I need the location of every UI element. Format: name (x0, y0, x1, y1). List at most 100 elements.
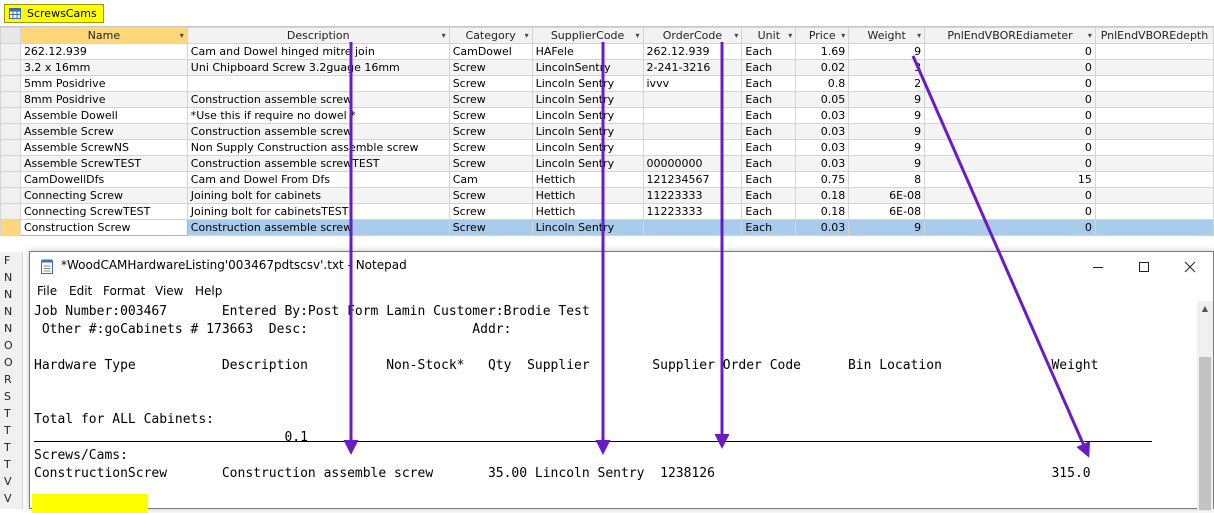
column-header-unit[interactable]: Unit ▾ (741, 27, 797, 44)
table-cell[interactable]: 9 (848, 43, 926, 60)
select-all-corner[interactable] (0, 27, 21, 44)
table-cell[interactable]: 262.12.939 (19, 43, 188, 60)
table-cell[interactable]: Lincoln Sentry (531, 123, 644, 140)
table-cell[interactable]: Uni Chipboard Screw 3.2guage 16mm (186, 59, 450, 76)
table-cell[interactable]: Joining bolt for cabinetsTEST (186, 203, 450, 220)
table-cell[interactable]: 121234567 (642, 171, 743, 188)
table-cell[interactable]: Cam and Dowel hinged mitre join (186, 43, 450, 60)
record-selector[interactable] (0, 219, 21, 236)
table-cell[interactable]: 9 (848, 139, 926, 156)
table-cell[interactable]: Screw (448, 107, 533, 124)
table-row[interactable]: CamDowellDfs Cam and Dowel From Dfs Cam Het… (0, 171, 1214, 188)
table-cell[interactable]: Assemble ScrewNS (19, 139, 188, 156)
table-cell[interactable] (186, 75, 450, 92)
table-cell[interactable] (1094, 203, 1214, 220)
table-cell[interactable]: 1.69 (795, 43, 850, 60)
table-row[interactable]: Assemble ScrewTEST Construction assemble … (0, 155, 1214, 172)
table-cell[interactable]: Hettich (531, 203, 644, 220)
column-filter-icon[interactable]: ▾ (788, 29, 792, 43)
table-cell[interactable] (1094, 171, 1214, 188)
table-cell[interactable]: Joining bolt for cabinets (186, 187, 450, 204)
table-cell[interactable]: 0.18 (795, 203, 850, 220)
table-row[interactable]: 5mm Posidrive Screw Lincoln Sentry ivvv Each… (0, 75, 1214, 92)
notepad-title-bar[interactable]: *WoodCAMHardwareListing'003467pdtscsv'.t… (30, 252, 1213, 281)
record-selector[interactable] (0, 43, 21, 60)
table-cell[interactable]: Each (741, 59, 797, 76)
table-cell[interactable] (1094, 91, 1214, 108)
table-cell[interactable]: Construction assemble screw (186, 219, 450, 236)
table-cell[interactable]: Assemble ScrewTEST (19, 155, 188, 172)
table-row[interactable]: Assemble Dowell *Use this if require no d… (0, 107, 1214, 124)
table-cell[interactable]: Construction assemble screw (186, 91, 450, 108)
table-cell[interactable]: 0 (924, 91, 1096, 108)
menu-help[interactable]: Help (195, 284, 222, 298)
table-cell[interactable]: 0.03 (795, 123, 850, 140)
table-cell[interactable]: 5mm Posidrive (19, 75, 188, 92)
table-cell[interactable]: Construction assemble screwTEST (186, 155, 450, 172)
table-cell[interactable] (642, 139, 743, 156)
table-cell[interactable]: 2 (848, 75, 926, 92)
table-cell[interactable]: 0 (924, 123, 1096, 140)
table-cell[interactable]: Each (741, 107, 797, 124)
table-cell[interactable]: 0 (924, 107, 1096, 124)
table-cell[interactable]: 8mm Posidrive (19, 91, 188, 108)
table-cell[interactable]: 0 (924, 75, 1096, 92)
column-filter-icon[interactable]: ▾ (1088, 29, 1092, 43)
table-cell[interactable]: Each (741, 43, 797, 60)
column-header-description[interactable]: Description ▾ (186, 27, 450, 44)
record-selector[interactable] (0, 139, 21, 156)
table-cell[interactable] (642, 91, 743, 108)
table-cell[interactable]: 9 (848, 123, 926, 140)
table-cell[interactable]: 0.03 (795, 219, 850, 236)
table-cell[interactable]: Connecting ScrewTEST (19, 203, 188, 220)
minimize-button[interactable] (1075, 252, 1121, 281)
table-cell[interactable]: 0 (924, 203, 1096, 220)
record-selector[interactable] (0, 91, 21, 108)
column-filter-icon[interactable]: ▾ (180, 29, 184, 43)
menu-edit[interactable]: Edit (69, 284, 92, 298)
table-cell[interactable]: 15 (924, 171, 1096, 188)
table-cell[interactable]: Construction assemble screw (186, 123, 450, 140)
table-cell[interactable]: Lincoln Sentry (531, 75, 644, 92)
table-row[interactable]: Assemble ScrewNS Non Supply Construction … (0, 139, 1214, 156)
record-selector[interactable] (0, 123, 21, 140)
table-cell[interactable]: Each (741, 91, 797, 108)
table-cell[interactable]: Lincoln Sentry (531, 139, 644, 156)
table-cell[interactable] (642, 107, 743, 124)
record-selector[interactable] (0, 203, 21, 220)
menu-format[interactable]: Format (103, 284, 145, 298)
table-cell[interactable]: Screw (448, 203, 533, 220)
table-cell[interactable]: 9 (848, 155, 926, 172)
close-button[interactable] (1167, 252, 1213, 281)
table-cell[interactable]: 0.03 (795, 107, 850, 124)
table-cell[interactable]: Screw (448, 219, 533, 236)
table-cell[interactable] (1094, 123, 1214, 140)
table-cell[interactable]: 0.05 (795, 91, 850, 108)
table-cell[interactable]: ivvv (642, 75, 743, 92)
record-selector[interactable] (0, 75, 21, 92)
table-cell[interactable]: 6E-08 (848, 203, 926, 220)
table-cell[interactable]: 6E-08 (848, 187, 926, 204)
table-row[interactable]: 262.12.939 Cam and Dowel hinged mitre joi… (0, 43, 1214, 60)
column-header-category[interactable]: Category ▾ (448, 27, 533, 44)
record-selector[interactable] (0, 107, 21, 124)
column-header-name[interactable]: Name ▾ (19, 27, 188, 44)
table-cell[interactable]: 11223333 (642, 203, 743, 220)
record-selector[interactable] (0, 187, 21, 204)
table-row[interactable]: 8mm Posidrive Construction assemble screw… (0, 91, 1214, 108)
table-cell[interactable]: 00000000 (642, 155, 743, 172)
table-cell[interactable]: Each (741, 155, 797, 172)
table-row[interactable]: Assemble Screw Construction assemble scre… (0, 123, 1214, 140)
table-cell[interactable]: Connecting Screw (19, 187, 188, 204)
table-cell[interactable]: 8 (848, 171, 926, 188)
table-cell[interactable] (1094, 59, 1214, 76)
column-header-pnlendvboredepth[interactable]: PnlEndVBOREdepth (1094, 27, 1214, 44)
table-cell[interactable]: Screw (448, 139, 533, 156)
table-cell[interactable] (1094, 187, 1214, 204)
table-cell[interactable]: Non Supply Construction assemble screw (186, 139, 450, 156)
table-cell[interactable]: 0 (924, 219, 1096, 236)
table-cell[interactable]: Screw (448, 123, 533, 140)
table-cell[interactable]: HAFele (531, 43, 644, 60)
table-cell[interactable]: Screw (448, 187, 533, 204)
table-cell[interactable]: Screw (448, 155, 533, 172)
